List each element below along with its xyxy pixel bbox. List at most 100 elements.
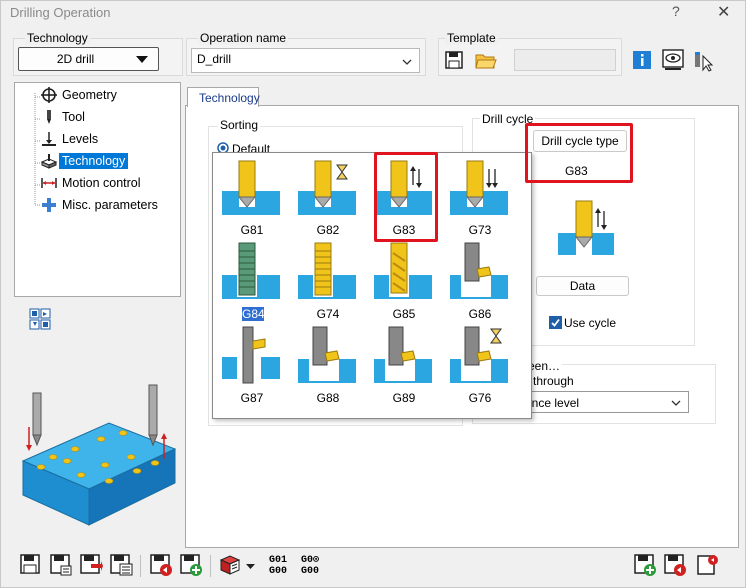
g76-fine-boring-icon xyxy=(450,326,508,383)
preview-icon[interactable] xyxy=(662,49,684,71)
g87-back-boring-icon xyxy=(222,326,280,384)
cycle-g86[interactable]: G86 xyxy=(447,241,513,321)
drilling-illustration xyxy=(21,384,177,526)
chevron-down-icon xyxy=(136,56,148,63)
tree-item-levels[interactable]: Levels xyxy=(39,130,101,148)
g74-reverse-tapping-icon xyxy=(298,242,356,299)
cycle-g82[interactable]: G82 xyxy=(295,157,361,237)
tree-item-geometry[interactable]: Geometry xyxy=(39,86,120,104)
tree-item-misc-parameters[interactable]: Misc. parameters xyxy=(39,196,161,214)
g01-g00-button[interactable]: G01 G00 xyxy=(269,555,287,577)
g73-chip-break-icon xyxy=(450,160,508,215)
cycle-code: G88 xyxy=(316,391,340,405)
g83-preview-icon xyxy=(558,200,614,255)
levels-icon xyxy=(39,130,59,148)
toolbar-separator xyxy=(210,555,211,577)
tool-icon xyxy=(39,108,59,126)
tree-item-label: Misc. parameters xyxy=(62,198,158,212)
save-list-icon[interactable] xyxy=(109,553,133,577)
technology-dropdown[interactable]: 2D drill xyxy=(18,47,159,71)
save-add-icon[interactable] xyxy=(179,553,203,577)
operation-name-value: D_drill xyxy=(197,52,232,66)
clearance-level-value: ance level xyxy=(525,396,580,410)
tab-technology[interactable]: Technology xyxy=(187,87,260,107)
layout-grid-icon[interactable] xyxy=(29,308,51,330)
cycle-g74[interactable]: G74 xyxy=(295,241,361,321)
title-bar: Drilling Operation ? ✕ xyxy=(1,1,745,25)
cycle-code: G81 xyxy=(240,223,264,237)
help-button[interactable]: ? xyxy=(672,3,680,19)
stock-icon[interactable] xyxy=(218,553,242,577)
save-export-icon[interactable] xyxy=(79,553,103,577)
data-button-label: Data xyxy=(569,279,596,293)
cycle-g88[interactable]: G88 xyxy=(295,325,361,405)
through-label: through xyxy=(533,374,574,388)
cycle-code: G76 xyxy=(468,391,492,405)
close-button[interactable]: ✕ xyxy=(717,2,730,22)
highlight-drill-cycle-type-box xyxy=(525,123,633,183)
cycle-code: G89 xyxy=(392,391,416,405)
tree-item-label: Levels xyxy=(62,132,99,146)
cycle-code: G82 xyxy=(316,223,340,237)
tree-item-label: Motion control xyxy=(62,176,141,190)
sorting-label: Sorting xyxy=(218,118,261,132)
g82-drill-dwell-icon xyxy=(298,160,356,215)
tree-item-label: Geometry xyxy=(62,88,117,102)
save-and-close-icon[interactable] xyxy=(663,553,687,577)
cycle-g87[interactable]: G87 xyxy=(219,325,285,405)
cycle-code: G87 xyxy=(240,391,264,405)
template-name-field[interactable] xyxy=(514,49,616,71)
cycle-code: G85 xyxy=(392,307,416,321)
geometry-icon xyxy=(39,86,59,104)
cycle-g76[interactable]: G76 xyxy=(447,325,513,405)
g86-boring-icon xyxy=(450,242,508,299)
tree-item-technology[interactable]: Technology xyxy=(39,152,129,170)
cycle-code: G84 xyxy=(242,307,265,321)
operation-name-label: Operation name xyxy=(198,31,289,45)
cycle-g84[interactable]: G84 xyxy=(219,241,285,321)
highlight-g83-box xyxy=(374,152,438,242)
data-button[interactable]: Data xyxy=(536,276,629,296)
drilling-operation-window: Drilling Operation ? ✕ Technology 2D dri… xyxy=(0,0,746,588)
template-label: Template xyxy=(445,31,498,45)
tree-item-tool[interactable]: Tool xyxy=(39,108,88,126)
toolbar-separator xyxy=(140,555,141,577)
save-copy-icon[interactable] xyxy=(49,553,73,577)
tree-item-label: Tool xyxy=(62,110,85,124)
g89-boring-icon xyxy=(374,326,432,383)
technology-icon xyxy=(39,152,59,170)
g0-circle-button[interactable]: G0⊙ G00 xyxy=(301,555,319,577)
technology-value: 2D drill xyxy=(56,52,95,66)
cycle-g89[interactable]: G89 xyxy=(371,325,437,405)
technology-label: Technology xyxy=(25,31,90,45)
save-icon[interactable] xyxy=(19,553,43,577)
cycle-g85[interactable]: G85 xyxy=(371,241,437,321)
misc-parameters-icon xyxy=(39,196,59,214)
g01-label: G01 xyxy=(269,555,288,566)
open-template-icon[interactable] xyxy=(475,50,497,69)
save-exit-icon[interactable] xyxy=(149,553,173,577)
tree-item-motion-control[interactable]: Motion control xyxy=(39,174,144,192)
save-template-icon[interactable] xyxy=(445,51,463,69)
g00b-label: G00 xyxy=(301,566,320,577)
operation-name-field[interactable]: D_drill xyxy=(191,48,420,73)
tree-item-label: Technology xyxy=(59,153,129,169)
exit-icon[interactable] xyxy=(695,553,719,577)
g88-boring-dwell-icon xyxy=(298,326,356,383)
g0c-label: G0⊙ xyxy=(301,555,320,566)
g84-tapping-icon xyxy=(222,242,280,299)
cycle-g73[interactable]: G73 xyxy=(447,157,513,237)
cycle-code: G86 xyxy=(468,307,492,321)
cycle-g81[interactable]: G81 xyxy=(219,157,285,237)
drill-cycle-popup: G81 G82 G83 G73 G84 G74 G85 G86 G87 G88 … xyxy=(212,152,532,419)
add-operation-icon[interactable] xyxy=(633,553,657,577)
info-icon[interactable] xyxy=(633,51,651,69)
chevron-down-icon xyxy=(671,400,681,406)
g85-reaming-icon xyxy=(374,242,432,299)
g81-drill-icon xyxy=(222,160,280,215)
tool-pointer-icon[interactable] xyxy=(693,50,715,72)
chevron-down-icon[interactable] xyxy=(246,564,255,570)
g00-label: G00 xyxy=(269,566,288,577)
use-cycle-label: Use cycle xyxy=(564,316,617,330)
use-cycle-checkbox[interactable] xyxy=(549,316,562,329)
